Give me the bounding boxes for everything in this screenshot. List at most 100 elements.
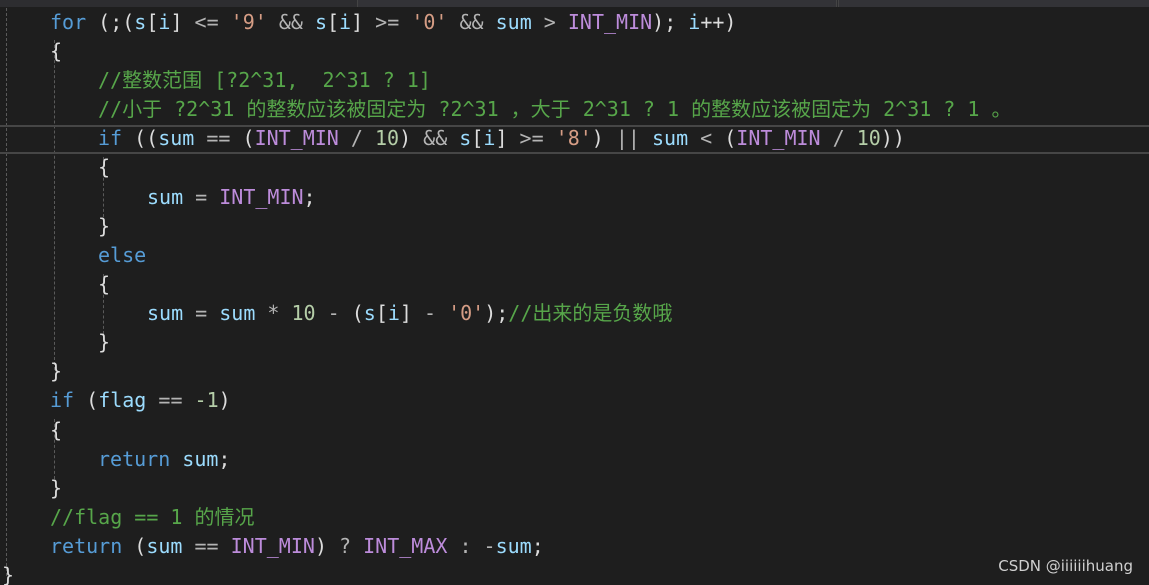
code-token: ( (351, 301, 364, 325)
code-token: (;( (86, 10, 135, 34)
code-token: if (50, 388, 75, 412)
code-token: return (98, 447, 171, 471)
code-line[interactable]: return sum; (98, 445, 230, 474)
code-token: i (387, 301, 400, 325)
indent-guide (54, 40, 55, 370)
scope-dropdown[interactable] (357, 0, 837, 7)
code-token: if (98, 126, 123, 150)
indent-guide (6, 8, 7, 576)
code-token: //整数范围 [?2^31, 2^31 ? 1] (98, 68, 431, 92)
code-token: sum (147, 301, 184, 325)
code-token: > (531, 10, 568, 34)
code-token: INT_MIN (254, 126, 339, 150)
editor-navigation-bar (0, 0, 1149, 7)
code-token: for (50, 10, 87, 34)
code-line[interactable]: } (98, 212, 110, 241)
code-token: && (411, 126, 460, 150)
code-line[interactable]: for (;(s[i] <= '9' && s[i] >= '0' && sum… (50, 8, 736, 37)
code-token: '0' (411, 10, 448, 34)
code-token: ); (652, 10, 689, 34)
code-token: (( (122, 126, 159, 150)
code-token: == (194, 126, 243, 150)
code-token: INT_MIN (219, 185, 304, 209)
code-token: ( (724, 126, 737, 150)
code-token: 10 (374, 126, 400, 150)
code-line[interactable]: } (50, 357, 62, 386)
code-token: //出来的是负数哦 (508, 301, 673, 325)
code-token: sum (652, 126, 689, 150)
code-token: ( (122, 534, 147, 558)
code-editor[interactable]: for (;(s[i] <= '9' && s[i] >= '0' && sum… (0, 0, 1149, 585)
code-token: >= (363, 10, 412, 34)
code-token: ) (399, 126, 412, 150)
code-token: ; (303, 185, 316, 209)
code-token: INT_MIN (736, 126, 821, 150)
code-token: [ (327, 10, 340, 34)
code-token: sum (495, 10, 532, 34)
code-line[interactable]: } (2, 561, 14, 585)
code-line[interactable]: { (98, 270, 110, 299)
code-token: [ (146, 10, 159, 34)
code-line[interactable]: { (98, 153, 110, 182)
code-token: == (146, 388, 195, 412)
code-line[interactable]: { (50, 416, 62, 445)
code-line[interactable]: } (50, 474, 62, 503)
code-token: <= (182, 10, 231, 34)
code-line[interactable]: else (98, 241, 146, 270)
code-token: sum (182, 447, 219, 471)
code-token: * (255, 301, 292, 325)
code-token: sum (146, 534, 183, 558)
code-token: sum (219, 301, 256, 325)
code-line[interactable]: //小于 ?2^31 的整数应该被固定为 ?2^31 ，大于 2^31 ? 1 … (98, 95, 1011, 124)
code-token: '0' (448, 301, 485, 325)
code-token: sum (495, 534, 532, 558)
code-token: INT_MIN (230, 534, 315, 558)
code-token: { (98, 272, 111, 296)
code-token: } (2, 563, 15, 585)
code-token: ; (531, 534, 544, 558)
code-token: ] (351, 10, 364, 34)
code-line[interactable]: return (sum == INT_MIN) ? INT_MAX : -sum… (50, 532, 544, 561)
code-line[interactable]: //flag == 1 的情况 (50, 503, 255, 532)
code-token: INT_MIN (567, 10, 653, 34)
code-line[interactable]: sum = INT_MIN; (147, 183, 316, 212)
code-token: sum (158, 126, 195, 150)
code-token: sum (147, 185, 184, 209)
code-token: flag (98, 388, 147, 412)
code-token: } (98, 214, 111, 238)
code-token: s (314, 10, 327, 34)
code-line[interactable]: if ((sum == (INT_MIN / 10) && s[i] >= '8… (98, 124, 905, 153)
code-token: ; (218, 447, 231, 471)
code-token: ? (339, 534, 364, 558)
member-dropdown[interactable] (838, 0, 1149, 7)
code-token: ) (218, 388, 231, 412)
code-token: ] (170, 10, 183, 34)
code-token: [ (471, 126, 484, 150)
code-token: / (338, 126, 375, 150)
code-token: < (688, 126, 725, 150)
code-token: ( (74, 388, 99, 412)
code-token: //flag == 1 的情况 (50, 505, 255, 529)
code-token: && (266, 10, 315, 34)
code-line[interactable]: { (50, 37, 62, 66)
code-line[interactable]: if (flag == -1) (50, 386, 231, 415)
code-token: ] (495, 126, 508, 150)
code-token: = (183, 301, 220, 325)
code-token: '9' (230, 10, 267, 34)
code-token: '8' (555, 126, 592, 150)
code-line[interactable]: sum = sum * 10 - (s[i] - '0');//出来的是负数哦 (147, 299, 672, 328)
code-token: && (447, 10, 496, 34)
code-token: i (483, 126, 496, 150)
code-token: )) (880, 126, 905, 150)
code-token: INT_MAX (363, 534, 448, 558)
code-token: } (50, 476, 63, 500)
code-token: s (134, 10, 147, 34)
code-line[interactable]: //整数范围 [?2^31, 2^31 ? 1] (98, 66, 431, 95)
code-token: : (447, 534, 484, 558)
code-token: / (820, 126, 857, 150)
code-token: } (50, 359, 63, 383)
code-line[interactable]: } (98, 328, 110, 357)
code-token: [ (375, 301, 388, 325)
code-token: //小于 ?2^31 的整数应该被固定为 ?2^31 ，大于 2^31 ? 1 … (98, 97, 1012, 121)
